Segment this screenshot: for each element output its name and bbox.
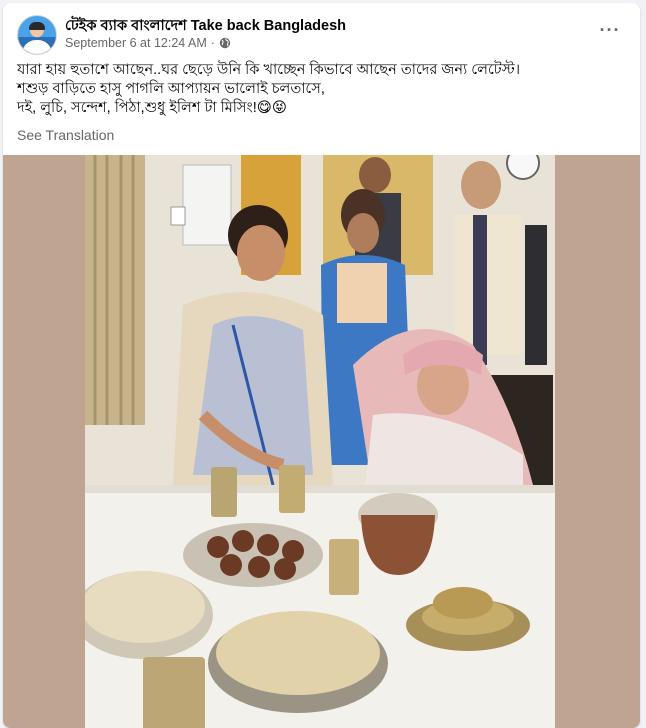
post-photo[interactable] — [3, 155, 640, 728]
globe-icon[interactable] — [219, 37, 231, 49]
post-meta: September 6 at 12:24 AM · — [65, 36, 231, 50]
see-translation-link[interactable]: See Translation — [17, 127, 114, 143]
post-text-line: যারা হায় হুতাশে আছেন..ঘর ছেড়ে উনি কি খ… — [17, 62, 521, 78]
post-timestamp[interactable]: September 6 at 12:24 AM — [65, 36, 207, 50]
more-options-icon[interactable]: ··· — [598, 21, 622, 43]
avatar-shoulders — [22, 40, 52, 54]
post-header: টেইক ব্যাক বাংলাদেশ Take back Bangladesh… — [17, 13, 626, 57]
page-avatar[interactable] — [17, 15, 57, 55]
post-card: টেইক ব্যাক বাংলাদেশ Take back Bangladesh… — [3, 3, 640, 728]
avatar-hair — [29, 22, 45, 30]
post-text-line: দই, লুচি, সন্দেশ, পিঠা,শুধু ইলিশ টা মিসি… — [17, 100, 288, 116]
photo-illustration — [3, 155, 640, 728]
meta-separator: · — [210, 36, 215, 50]
post-text: যারা হায় হুতাশে আছেন..ঘর ছেড়ে উনি কি খ… — [17, 61, 620, 118]
post-text-line: শশুড় বাড়িতে হাসু পাগলি আপ্যায়ন ভালোই … — [17, 81, 325, 97]
